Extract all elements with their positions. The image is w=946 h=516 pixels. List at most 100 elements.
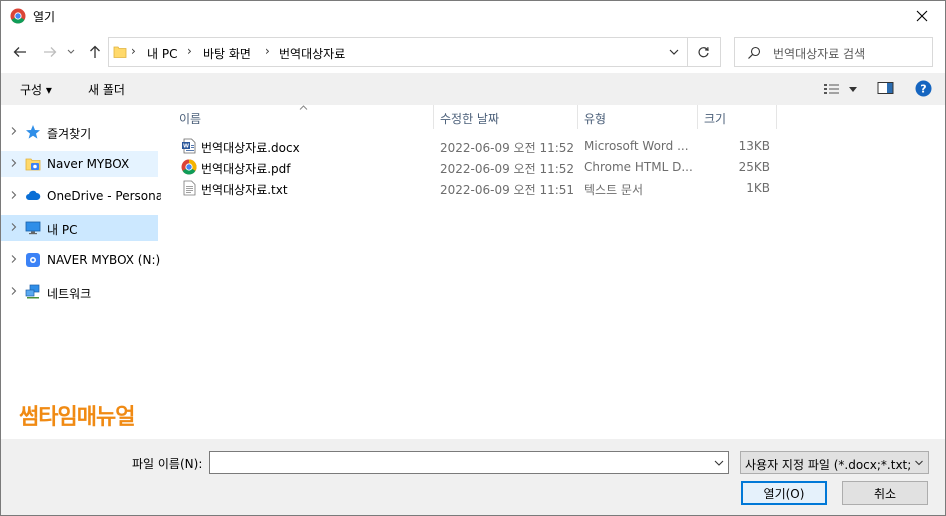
chevron-down-icon xyxy=(67,49,75,54)
breadcrumb-separator: › xyxy=(187,44,192,58)
refresh-icon xyxy=(698,46,709,57)
nav-item-this-pc[interactable]: 내 PC xyxy=(1,215,158,241)
nav-item-naver-mybox[interactable]: Naver MYBOX xyxy=(1,151,158,177)
file-row-docx[interactable]: W 번역대상자료.docx 2022-06-09 오전 11:52 Micros… xyxy=(161,136,945,157)
window-title: 열기 xyxy=(33,10,56,24)
svg-text:W: W xyxy=(183,144,189,150)
chrome-icon xyxy=(10,8,26,24)
view-options-button[interactable] xyxy=(823,81,859,97)
chevron-down-icon xyxy=(915,460,923,466)
file-date: 2022-06-09 오전 11:51 xyxy=(440,183,575,197)
arrow-left-icon xyxy=(13,47,26,57)
search-icon xyxy=(748,46,761,59)
file-row-pdf[interactable]: 번역대상자료.pdf 2022-06-09 오전 11:52 Chrome HT… xyxy=(161,157,945,178)
column-header-type[interactable]: 유형 xyxy=(578,105,697,129)
help-icon: ? xyxy=(915,80,932,97)
nav-label: Naver MYBOX xyxy=(47,157,130,171)
chevron-down-icon[interactable] xyxy=(669,49,679,56)
close-icon xyxy=(916,10,928,22)
preview-pane-icon xyxy=(877,82,894,94)
nav-label: OneDrive - Personal xyxy=(47,189,167,203)
chevron-right-icon[interactable] xyxy=(9,190,19,200)
breadcrumb-this-pc[interactable]: 내 PC xyxy=(147,45,177,62)
nav-label: 내 PC xyxy=(47,223,78,237)
file-name: 번역대상자료.docx xyxy=(201,141,300,155)
dialog-footer: 파일 이름(N): 사용자 지정 파일 (*.docx;*.txt;* 열기(O… xyxy=(1,439,945,515)
search-input[interactable]: 번역대상자료 검색 xyxy=(734,37,933,67)
nav-item-network[interactable]: 네트워크 xyxy=(1,279,158,305)
help-button[interactable]: ? xyxy=(915,80,933,98)
refresh-button[interactable] xyxy=(687,37,721,67)
nav-item-naver-mybox-drive[interactable]: NAVER MYBOX (N:) xyxy=(1,247,161,273)
text-file-icon xyxy=(183,180,196,196)
chevron-right-icon[interactable] xyxy=(9,158,19,168)
cloud-icon xyxy=(26,190,41,200)
column-header-name[interactable]: 이름 xyxy=(161,105,433,129)
chevron-right-icon[interactable] xyxy=(9,286,19,296)
preview-pane-button[interactable] xyxy=(877,81,895,97)
title-bar: 열기 xyxy=(1,1,945,31)
file-type: 텍스트 문서 xyxy=(584,183,644,197)
command-toolbar: 구성 ▾ 새 폴더 ? xyxy=(1,73,945,105)
file-type: Microsoft Word ... xyxy=(584,139,689,153)
nav-label: 즐겨찾기 xyxy=(47,127,92,141)
watermark-logo: 썸타임매뉴얼 xyxy=(19,405,135,430)
mybox-folder-icon xyxy=(25,158,41,171)
filename-label: 파일 이름(N): xyxy=(132,457,203,471)
file-date: 2022-06-09 오전 11:52 xyxy=(440,141,575,155)
nav-item-onedrive[interactable]: OneDrive - Personal xyxy=(1,183,166,209)
sort-ascending-icon xyxy=(299,105,308,110)
word-doc-icon: W xyxy=(182,138,196,154)
forward-button[interactable] xyxy=(39,41,61,63)
chevron-down-icon xyxy=(849,87,857,92)
arrow-up-icon xyxy=(90,45,100,58)
file-type-select[interactable]: 사용자 지정 파일 (*.docx;*.txt;* xyxy=(740,451,929,474)
details-view-icon xyxy=(824,84,839,94)
star-icon xyxy=(26,125,40,139)
breadcrumb-desktop[interactable]: 바탕 화면 xyxy=(203,45,251,62)
file-type-value: 사용자 지정 파일 (*.docx;*.txt;* xyxy=(745,458,911,472)
organize-menu-button[interactable]: 구성 ▾ xyxy=(20,81,52,98)
chevron-down-icon[interactable] xyxy=(712,456,726,470)
file-type: Chrome HTML D... xyxy=(584,160,693,174)
back-button[interactable] xyxy=(9,41,31,63)
chevron-right-icon[interactable] xyxy=(9,222,19,232)
file-size: 1KB xyxy=(746,181,770,195)
column-type-label: 유형 xyxy=(584,112,607,126)
cancel-button[interactable]: 취소 xyxy=(842,481,928,505)
column-header-date[interactable]: 수정한 날짜 xyxy=(434,105,577,129)
filename-input[interactable] xyxy=(209,451,729,474)
file-size: 25KB xyxy=(738,160,770,174)
nav-item-quick-access[interactable]: 즐겨찾기 xyxy=(1,119,158,145)
arrow-right-icon xyxy=(44,47,57,57)
nav-label: NAVER MYBOX (N:) xyxy=(47,253,161,267)
nav-label: 네트워크 xyxy=(47,287,92,301)
column-header-size[interactable]: 크기 xyxy=(698,105,776,129)
svg-text:?: ? xyxy=(920,83,926,96)
open-button[interactable]: 열기(O) xyxy=(741,481,827,505)
network-icon xyxy=(25,284,40,299)
chevron-right-icon[interactable] xyxy=(9,254,19,264)
column-divider[interactable] xyxy=(776,105,777,129)
breadcrumb-current-folder[interactable]: 번역대상자료 xyxy=(279,45,345,62)
chevron-right-icon[interactable] xyxy=(9,126,19,136)
file-date: 2022-06-09 오전 11:52 xyxy=(440,162,575,176)
folder-icon xyxy=(113,46,127,58)
navigation-pane: 즐겨찾기 Naver MYBOX OneDrive - Personal 내 P… xyxy=(1,105,166,439)
file-name: 번역대상자료.pdf xyxy=(201,162,291,176)
column-name-label: 이름 xyxy=(179,112,202,126)
column-size-label: 크기 xyxy=(704,112,727,126)
recent-locations-button[interactable] xyxy=(63,41,79,63)
drive-icon xyxy=(26,253,40,267)
pc-icon xyxy=(25,221,41,235)
breadcrumb-separator: › xyxy=(131,44,136,58)
new-folder-button[interactable]: 새 폴더 xyxy=(88,81,125,98)
search-placeholder: 번역대상자료 검색 xyxy=(773,47,866,61)
up-button[interactable] xyxy=(84,41,106,63)
address-bar[interactable]: › 내 PC › 바탕 화면 › 번역대상자료 xyxy=(108,37,688,67)
column-date-label: 수정한 날짜 xyxy=(440,112,500,126)
file-name: 번역대상자료.txt xyxy=(201,183,288,197)
file-row-txt[interactable]: 번역대상자료.txt 2022-06-09 오전 11:51 텍스트 문서 1K… xyxy=(161,178,945,199)
close-button[interactable] xyxy=(899,1,945,31)
address-row: › 내 PC › 바탕 화면 › 번역대상자료 번역대상자료 검색 xyxy=(1,33,945,71)
